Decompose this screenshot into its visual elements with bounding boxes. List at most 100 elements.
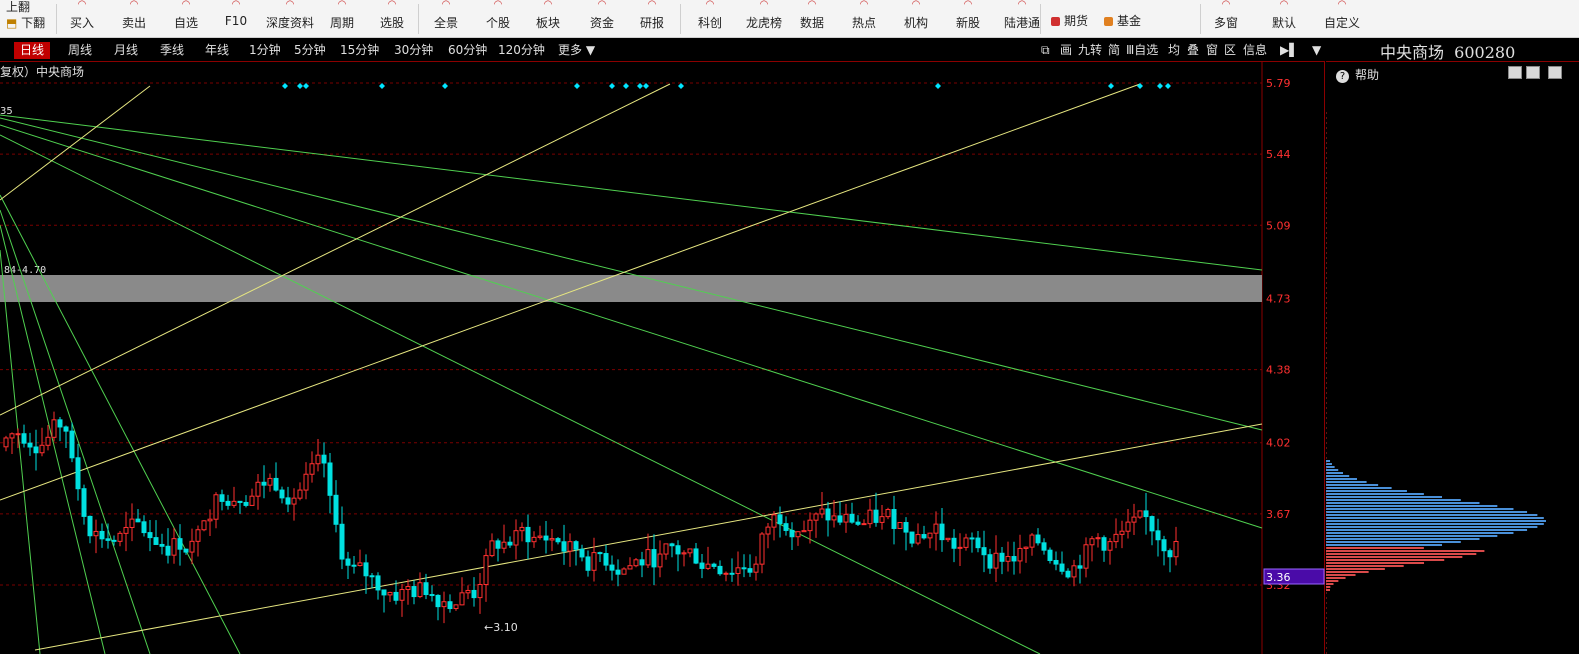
futures-checkbox[interactable]: 期货 xyxy=(1051,12,1088,29)
candle-body xyxy=(177,538,183,550)
candle-body xyxy=(135,518,141,523)
toolbar-report-button[interactable]: ◠ 研报 xyxy=(630,0,674,38)
period-tab-2[interactable]: 月线 xyxy=(114,42,138,59)
period-tab-5[interactable]: 1分钟 xyxy=(249,42,281,59)
toolbar-data-button[interactable]: ◠ 数据 xyxy=(790,0,834,38)
period-tab-0[interactable]: 日线 xyxy=(14,42,51,59)
page-up-button[interactable]: 上翻 xyxy=(6,0,30,15)
candle-body xyxy=(369,575,375,578)
candle-body xyxy=(915,534,921,544)
low-price-label: ←3.10 xyxy=(484,621,518,634)
toolbar-grid-button[interactable]: ◠ 全景 xyxy=(424,0,468,38)
chip-bar xyxy=(1326,580,1339,582)
toolbar-new-button[interactable]: ◠ 新股 xyxy=(946,0,990,38)
chip-bar xyxy=(1326,484,1379,486)
candle-body xyxy=(957,546,963,549)
chart-tool-1[interactable]: 画 xyxy=(1060,42,1072,59)
chart-tool-5[interactable]: 均 xyxy=(1168,42,1180,59)
toolbar-coin-button[interactable]: ◠ 资金 xyxy=(580,0,624,38)
chart-tool-0[interactable]: ⧉ xyxy=(1041,42,1050,59)
candle-body xyxy=(387,591,393,596)
candle-body xyxy=(987,554,993,569)
toolbar-default-button[interactable]: ◠ 默认 xyxy=(1262,0,1306,38)
period-tab-1[interactable]: 周线 xyxy=(68,42,92,59)
candle-body xyxy=(813,513,819,521)
price-axis-label: 5.79 xyxy=(1266,77,1291,90)
candle-body xyxy=(699,562,705,569)
toolbar-chip-button[interactable]: ◠ 科创 xyxy=(690,0,730,38)
candle-body xyxy=(21,433,27,444)
toolbar-search-button[interactable]: ◠ 选股 xyxy=(372,0,412,38)
toolbar-windows-button[interactable]: ◠ 多窗 xyxy=(1200,0,1252,38)
fund-checkbox[interactable]: 基金 xyxy=(1104,12,1141,29)
period-tab-6[interactable]: 5分钟 xyxy=(294,42,326,59)
candle-body xyxy=(255,481,261,497)
period-tab-4[interactable]: 年线 xyxy=(205,42,229,59)
toolbar-cycle-button[interactable]: ◠ 周期 xyxy=(322,0,362,38)
period-tab-3[interactable]: 季线 xyxy=(160,42,184,59)
candle-body xyxy=(429,594,435,597)
candle-body xyxy=(507,541,513,546)
candle-body xyxy=(645,549,651,566)
candle-body xyxy=(993,552,999,569)
toolbar-f10-button[interactable]: ◠ F10 xyxy=(216,0,256,38)
toolbar-label: 全景 xyxy=(433,16,458,30)
toolbar-fire-button[interactable]: ◠ 热点 xyxy=(842,0,886,38)
toolbar-rank-button[interactable]: ◠ 龙虎榜 xyxy=(738,0,790,38)
trend-line xyxy=(0,134,1041,654)
period-bar: 日线 周线 月线 季线 年线 1分钟 5分钟 15分钟 30分钟 60分钟 120分钟 更多 ▼ ⧉ 画九… xyxy=(0,39,1325,62)
toolbar-layers-button[interactable]: ◠ 板块 xyxy=(526,0,570,38)
candle-body xyxy=(447,601,453,610)
toolbar-buy-button[interactable]: ◠ 买入 xyxy=(60,0,104,38)
period-tab-8[interactable]: 30分钟 xyxy=(394,42,433,59)
candle-body xyxy=(75,457,81,490)
candle-body xyxy=(1107,541,1113,551)
candle-body xyxy=(465,589,471,594)
candle-body xyxy=(339,523,345,560)
period-tab-10[interactable]: 120分钟 xyxy=(498,42,545,59)
kline-chart[interactable]: 5.795.445.094.734.384.023.673.3284-4.70复… xyxy=(0,62,1325,654)
candle-body xyxy=(195,529,201,542)
candle-body xyxy=(201,520,207,531)
chart-tool-6[interactable]: 叠 xyxy=(1187,42,1199,59)
candle-body xyxy=(519,526,525,532)
signal-marker xyxy=(574,83,580,89)
candle-body xyxy=(789,529,795,538)
fire-icon: ◠ xyxy=(859,0,869,10)
chip-bar xyxy=(1326,571,1369,573)
toolbar-star-button[interactable]: ◠ 自选 xyxy=(164,0,208,38)
candle-body xyxy=(1041,542,1047,551)
period-tab-7[interactable]: 15分钟 xyxy=(340,42,379,59)
chip-bar xyxy=(1326,535,1498,537)
toolbar-doc-button[interactable]: ◠ 深度资料 xyxy=(262,0,318,38)
chart-tool-9[interactable]: 信息 xyxy=(1243,42,1267,59)
candle-body xyxy=(33,446,39,454)
chart-tool-2[interactable]: 九转 xyxy=(1078,42,1102,59)
candle-body xyxy=(687,548,693,554)
candle-body xyxy=(309,463,315,475)
chart-tool-10[interactable]: ▶▌ xyxy=(1280,42,1298,59)
candle-body xyxy=(735,567,741,574)
candle-body xyxy=(1035,534,1041,544)
candle-body xyxy=(1047,549,1053,561)
search-icon: ◠ xyxy=(387,0,397,10)
toolbar-label: 新股 xyxy=(955,16,980,30)
candle-body xyxy=(3,437,9,448)
chart-tool-3[interactable]: 简 xyxy=(1108,42,1120,59)
candle-body xyxy=(45,436,51,446)
toolbar-candle-button[interactable]: ◠ 个股 xyxy=(478,0,518,38)
page-down-button[interactable]: ⬒ 下翻 xyxy=(6,14,45,31)
toolbar-label: 资金 xyxy=(589,16,614,30)
period-tab-11[interactable]: 更多 ▼ xyxy=(558,42,595,59)
chart-tool-4[interactable]: Ⅲ自选 xyxy=(1126,42,1158,59)
candle-body xyxy=(1137,510,1143,518)
chart-tool-8[interactable]: 区 xyxy=(1224,42,1236,59)
toolbar-building-button[interactable]: ◠ 机构 xyxy=(894,0,938,38)
toolbar-custom-button[interactable]: ◠ 自定义 xyxy=(1312,0,1372,38)
chart-tool-7[interactable]: 窗 xyxy=(1206,42,1218,59)
candle-body xyxy=(873,509,879,523)
toolbar-sell-button[interactable]: ◠ 卖出 xyxy=(112,0,156,38)
period-tab-9[interactable]: 60分钟 xyxy=(448,42,487,59)
chart-tool-11[interactable]: ▼ xyxy=(1312,42,1321,59)
candle-body xyxy=(951,537,957,549)
